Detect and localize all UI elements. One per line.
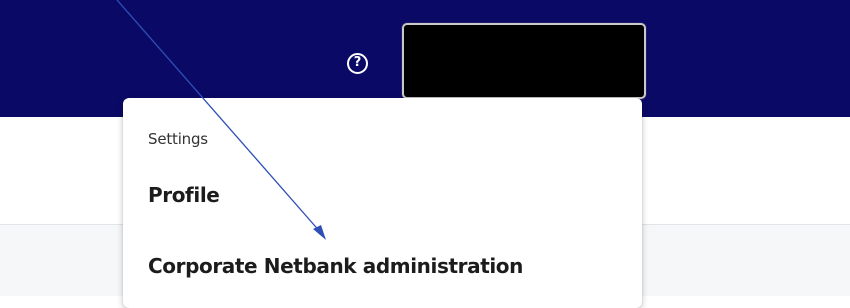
settings-dropdown-menu: Settings Profile Corporate Netbank admin…: [123, 98, 642, 308]
help-icon[interactable]: ?: [347, 53, 368, 74]
menu-item-profile[interactable]: Profile: [148, 183, 220, 207]
user-account-button[interactable]: [402, 23, 646, 99]
menu-item-corporate-netbank-administration[interactable]: Corporate Netbank administration: [148, 254, 523, 278]
settings-section-label: Settings: [148, 130, 208, 148]
